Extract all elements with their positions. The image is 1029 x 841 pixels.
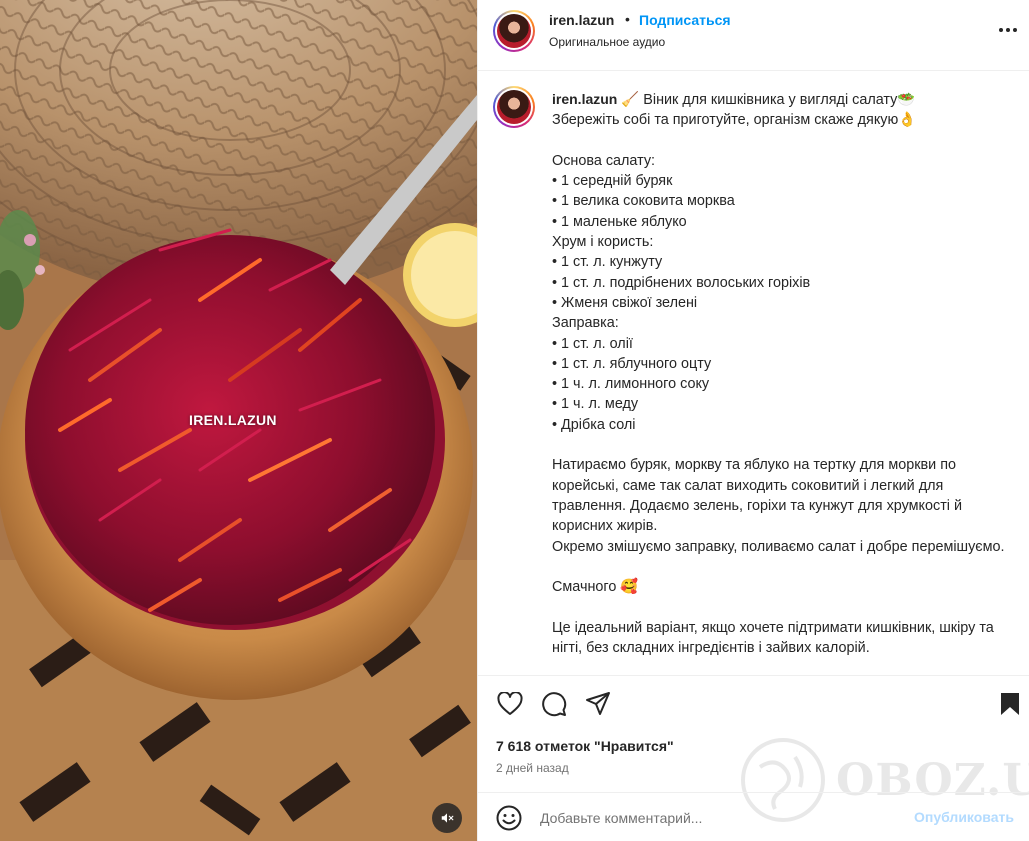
speaker-muted-icon xyxy=(441,813,454,823)
caption-username[interactable]: iren.lazun xyxy=(552,91,617,107)
share-button[interactable] xyxy=(584,690,612,718)
caption-area[interactable]: iren.lazun 🧹 Віник для кишківника у вигля… xyxy=(478,72,1029,675)
author-avatar[interactable] xyxy=(493,10,535,52)
caption-body: 🧹 Віник для кишківника у вигляді салату🥗… xyxy=(552,92,1005,657)
audio-label[interactable]: Оригинальное аудио xyxy=(549,35,665,49)
caption-avatar[interactable] xyxy=(493,86,535,128)
post-panel: iren.lazun • Подписаться Оригинальное ау… xyxy=(477,0,1029,841)
heart-icon xyxy=(497,692,523,715)
more-options-icon xyxy=(999,28,1017,32)
bookmark-icon xyxy=(1001,693,1019,715)
post-timestamp[interactable]: 2 дней назад xyxy=(496,761,569,775)
media-watermark: IREN.LAZUN xyxy=(189,412,277,428)
comment-input[interactable] xyxy=(540,807,900,829)
more-options-button[interactable] xyxy=(996,18,1020,42)
separator-dot: • xyxy=(625,11,630,27)
like-button[interactable] xyxy=(496,690,524,718)
post-header: iren.lazun • Подписаться Оригинальное ау… xyxy=(478,0,1029,71)
comment-bar: Опубликовать xyxy=(478,792,1029,841)
mute-button[interactable] xyxy=(432,803,462,833)
actions-section: 7 618 отметок "Нравится" 2 дней назад OB… xyxy=(478,675,1029,822)
emoji-button[interactable] xyxy=(496,805,522,831)
comment-icon xyxy=(542,692,567,717)
publish-button[interactable]: Опубликовать xyxy=(914,809,1014,825)
post-media[interactable]: IREN.LAZUN xyxy=(0,0,477,841)
smiley-icon xyxy=(496,805,522,831)
author-username[interactable]: iren.lazun xyxy=(549,12,614,28)
save-button[interactable] xyxy=(996,690,1024,718)
share-icon xyxy=(586,692,610,715)
follow-button[interactable]: Подписаться xyxy=(639,12,731,28)
caption-text: iren.lazun 🧹 Віник для кишківника у вигля… xyxy=(552,89,1007,658)
comment-button[interactable] xyxy=(540,690,568,718)
likes-count[interactable]: 7 618 отметок "Нравится" xyxy=(496,738,674,754)
